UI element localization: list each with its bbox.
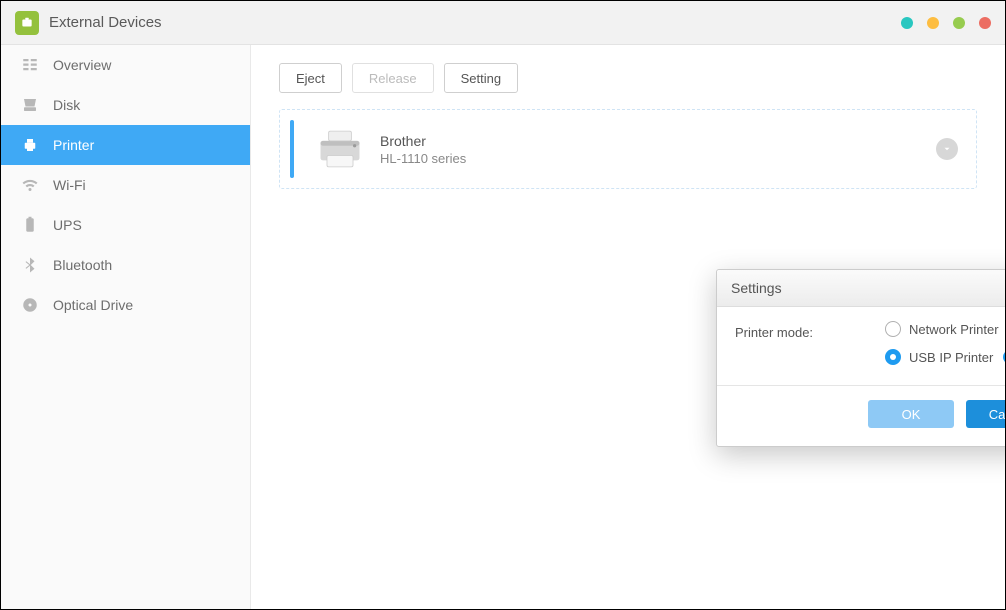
titlebar: External Devices xyxy=(1,1,1005,45)
window-title: External Devices xyxy=(49,14,162,31)
optical-drive-icon xyxy=(19,296,41,314)
device-name: Brother xyxy=(380,133,466,149)
sidebar-item-optical-drive[interactable]: Optical Drive xyxy=(1,285,250,325)
printer-mode-label: Printer mode: xyxy=(735,321,885,377)
device-row[interactable]: Brother HL-1110 series xyxy=(279,109,977,189)
radio-unchecked-icon xyxy=(885,321,901,337)
sidebar-item-printer[interactable]: Printer xyxy=(1,125,250,165)
overview-icon xyxy=(19,56,41,74)
sidebar-item-wifi[interactable]: Wi-Fi xyxy=(1,165,250,205)
ups-icon xyxy=(19,216,41,234)
bluetooth-icon xyxy=(19,256,41,274)
device-selected-indicator xyxy=(290,120,294,178)
device-text: Brother HL-1110 series xyxy=(380,133,466,166)
toolbar: Eject Release Setting xyxy=(279,63,977,93)
printer-thumbnail-icon xyxy=(314,126,366,172)
window-dot-4[interactable] xyxy=(979,17,991,29)
sidebar-item-bluetooth[interactable]: Bluetooth xyxy=(1,245,250,285)
devices-icon xyxy=(20,16,34,30)
sidebar-item-label: Disk xyxy=(53,97,80,113)
printer-mode-options: Network Printer USB IP Printer i xyxy=(885,321,1006,377)
ok-button[interactable]: OK xyxy=(868,400,954,428)
device-model: HL-1110 series xyxy=(380,151,466,166)
sidebar-item-label: Optical Drive xyxy=(53,297,133,313)
window-controls xyxy=(901,17,991,29)
option-usb-ip-printer[interactable]: USB IP Printer i xyxy=(885,349,1006,365)
printer-icon xyxy=(19,136,41,154)
sidebar-item-label: UPS xyxy=(53,217,82,233)
sidebar-item-label: Bluetooth xyxy=(53,257,112,273)
dialog-title: Settings xyxy=(717,270,1006,307)
window-dot-1[interactable] xyxy=(901,17,913,29)
disk-icon xyxy=(19,96,41,114)
eject-button[interactable]: Eject xyxy=(279,63,342,93)
app-window: External Devices Overview Disk xyxy=(0,0,1006,610)
sidebar-item-overview[interactable]: Overview xyxy=(1,45,250,85)
sidebar-item-label: Wi-Fi xyxy=(53,177,86,193)
settings-dialog: Settings Printer mode: Network Printer U… xyxy=(716,269,1006,447)
window-dot-3[interactable] xyxy=(953,17,965,29)
setting-button[interactable]: Setting xyxy=(444,63,518,93)
cancel-button[interactable]: Cancel xyxy=(966,400,1006,428)
main-panel: Eject Release Setting Brother xyxy=(251,45,1005,609)
option-network-printer[interactable]: Network Printer xyxy=(885,321,1006,337)
wifi-icon xyxy=(19,176,41,194)
release-button: Release xyxy=(352,63,434,93)
option-label: Network Printer xyxy=(909,322,999,337)
sidebar-item-disk[interactable]: Disk xyxy=(1,85,250,125)
expand-chevron[interactable] xyxy=(936,138,958,160)
sidebar-item-ups[interactable]: UPS xyxy=(1,205,250,245)
window-dot-2[interactable] xyxy=(927,17,939,29)
sidebar-item-label: Overview xyxy=(53,57,111,73)
option-label: USB IP Printer xyxy=(909,350,993,365)
app-icon xyxy=(15,11,39,35)
radio-checked-icon xyxy=(885,349,901,365)
sidebar-item-label: Printer xyxy=(53,137,94,153)
chevron-down-icon xyxy=(942,144,952,154)
sidebar: Overview Disk Printer Wi-Fi xyxy=(1,45,251,609)
